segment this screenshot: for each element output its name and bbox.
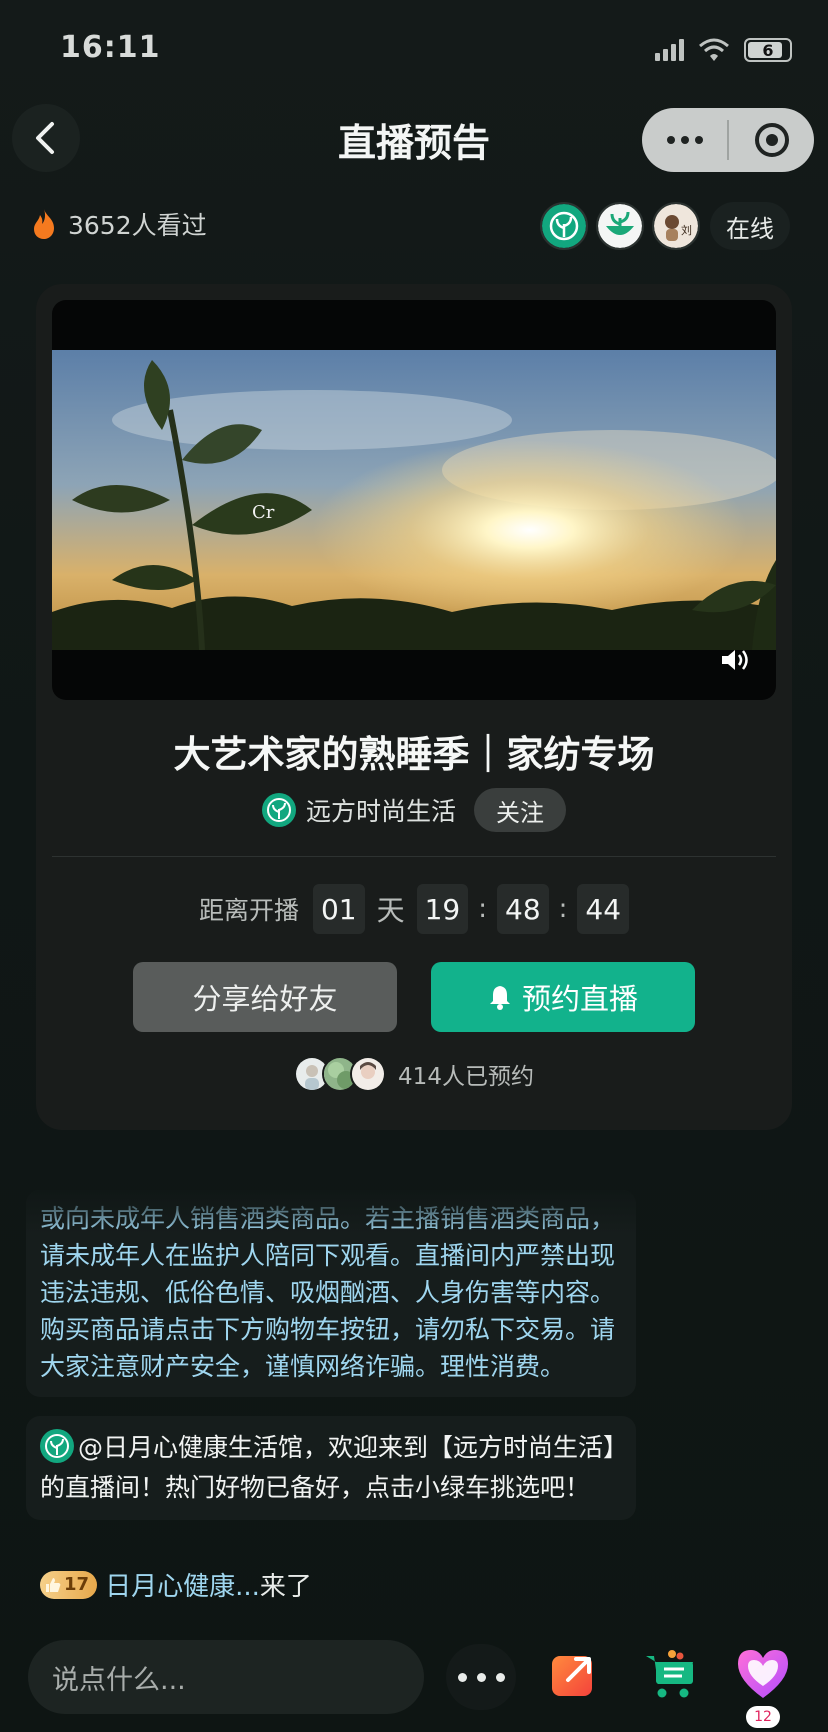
shopping-cart-icon[interactable] xyxy=(642,1648,698,1702)
wifi-icon xyxy=(699,38,729,61)
countdown-day-unit: 天 xyxy=(376,894,405,927)
host-name[interactable]: 远方时尚生活 xyxy=(306,792,456,828)
level-badge: 17 xyxy=(40,1570,98,1599)
countdown-minutes: 48 xyxy=(497,884,549,934)
host-logo-icon xyxy=(261,793,296,827)
signal-icon xyxy=(655,39,684,61)
status-bar: 16:11 6 xyxy=(0,0,828,100)
thumb-icon xyxy=(46,1577,61,1592)
chat-input[interactable]: 说点什么... xyxy=(28,1640,424,1714)
avatar xyxy=(540,202,588,250)
reserved-users: 414人已预约 xyxy=(36,1056,792,1092)
bottom-bar: 说点什么... 12 xyxy=(0,1640,828,1732)
view-count: 3652人看过 xyxy=(68,211,207,240)
share-button-label: 分享给好友 xyxy=(192,982,338,1016)
chat-input-placeholder: 说点什么... xyxy=(52,1664,186,1696)
join-action: 来了 xyxy=(259,1572,312,1602)
reserve-button-label: 预约直播 xyxy=(521,982,638,1016)
more-actions-button[interactable] xyxy=(446,1644,516,1710)
follow-button[interactable]: 关注 xyxy=(474,788,566,832)
welcome-message: @日月心健康生活馆，欢迎来到【远方时尚生活】的直播间！热门好物已备好，点击小绿车… xyxy=(26,1416,636,1520)
avatar: 刘 xyxy=(652,202,700,250)
system-notice: 或向未成年人销售酒类商品。若主播销售酒类商品，请未成年人在监护人陪同下观看。直播… xyxy=(26,1190,636,1397)
battery-icon: 6 xyxy=(744,38,792,62)
countdown-separator: : xyxy=(478,894,488,924)
sunset-video-frame: Cr xyxy=(52,350,776,650)
volume-icon[interactable] xyxy=(720,646,752,674)
welcome-text: @日月心健康生活馆，欢迎来到【远方时尚生活】的直播间！热门好物已备好，点击小绿车… xyxy=(40,1433,616,1502)
host-logo-icon xyxy=(40,1429,74,1463)
status-icons: 6 xyxy=(655,38,792,62)
views-row: 3652人看过 xyxy=(30,206,207,242)
countdown: 距离开播 01 天 19 : 48 : 44 xyxy=(36,884,792,934)
online-badge: 在线 xyxy=(710,202,790,250)
join-user-name[interactable]: 日月心健康... xyxy=(105,1566,260,1603)
heart-like-icon[interactable] xyxy=(734,1646,792,1702)
more-button[interactable] xyxy=(642,108,727,172)
target-icon xyxy=(754,123,789,157)
preview-video[interactable]: Cr xyxy=(52,300,776,700)
action-buttons: 分享给好友 预约直播 xyxy=(36,962,792,1032)
mini-program-capsule xyxy=(642,108,814,172)
status-time: 16:11 xyxy=(60,30,161,65)
online-users[interactable]: 刘 在线 xyxy=(532,202,790,250)
reserve-live-button[interactable]: 预约直播 xyxy=(431,962,695,1032)
video-overlay-text: Cr xyxy=(252,502,275,523)
fire-icon xyxy=(34,209,54,239)
avatar xyxy=(596,202,644,250)
avatar xyxy=(350,1056,387,1092)
countdown-hours: 19 xyxy=(416,884,469,934)
bell-icon xyxy=(489,986,510,1010)
countdown-days: 01 xyxy=(312,884,365,934)
live-preview-card: Cr 大艺术家的熟睡季｜家纺专场 远方时尚生活 关注 距离开播 01 天 19 … xyxy=(36,284,792,1130)
more-dots-icon xyxy=(666,136,703,144)
countdown-label: 距离开播 xyxy=(198,896,299,925)
host-row: 远方时尚生活 关注 xyxy=(36,788,792,832)
share-to-friends-button[interactable]: 分享给好友 xyxy=(133,962,397,1032)
svg-text:刘: 刘 xyxy=(681,224,692,237)
countdown-separator: : xyxy=(558,894,568,924)
close-miniprogram-button[interactable] xyxy=(729,108,814,172)
level-number: 17 xyxy=(64,1574,90,1595)
like-count-badge: 12 xyxy=(746,1706,780,1728)
share-icon[interactable] xyxy=(550,1650,598,1698)
live-title: 大艺术家的熟睡季｜家纺专场 xyxy=(173,733,655,776)
reserved-count: 414人已预约 xyxy=(398,1064,534,1090)
divider xyxy=(52,856,776,857)
notice-fade xyxy=(26,1190,636,1234)
join-message: 17 日月心健康... 来了 xyxy=(40,1566,312,1603)
countdown-seconds: 44 xyxy=(577,884,630,934)
